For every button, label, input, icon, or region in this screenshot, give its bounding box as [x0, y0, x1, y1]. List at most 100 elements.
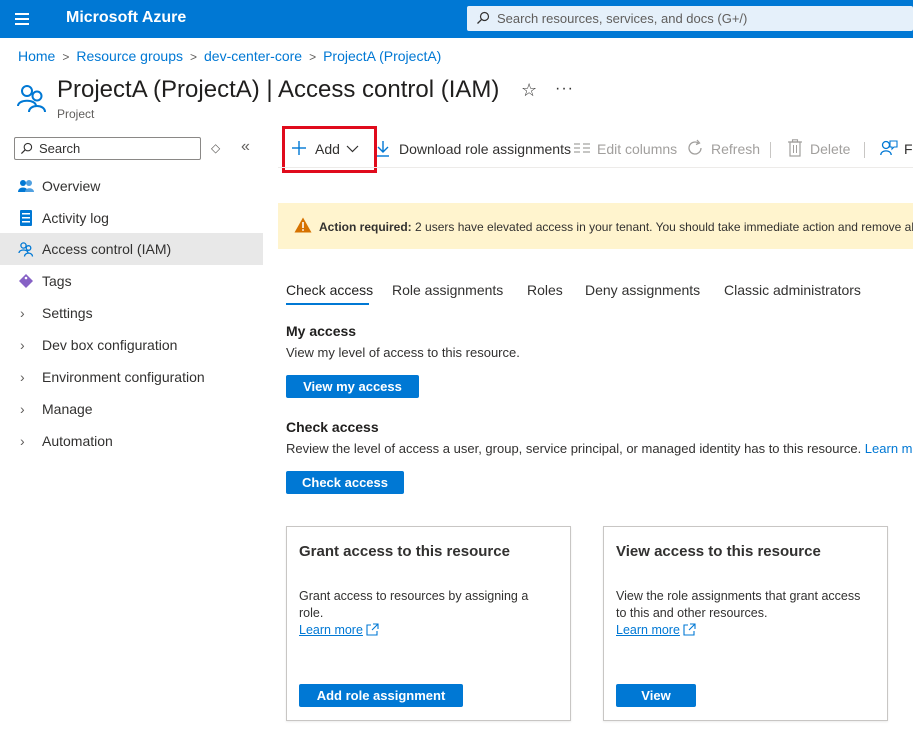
tab-role-assignments[interactable]: Role assignments — [392, 282, 503, 298]
check-access-description: Review the level of access a user, group… — [286, 441, 913, 456]
my-access-heading: My access — [286, 323, 357, 339]
view-button[interactable]: View — [616, 684, 696, 707]
check-access-description-text: Review the level of access a user, group… — [286, 441, 865, 456]
sidebar-item-activity-log[interactable]: Activity log — [0, 202, 263, 234]
breadcrumb-separator: > — [190, 50, 198, 64]
learn-more-link[interactable]: Learn more — [616, 623, 696, 637]
search-icon — [477, 11, 490, 24]
refresh-button[interactable]: Refresh — [711, 141, 760, 157]
chevron-right-icon: › — [20, 401, 25, 417]
favorite-star-icon[interactable]: ☆ — [521, 80, 537, 101]
learn-more-label: Learn more — [299, 623, 363, 637]
toolbar-divider-line — [278, 167, 913, 168]
sidebar-item-label: Manage — [42, 401, 93, 417]
card-title: Grant access to this resource — [299, 543, 510, 560]
sidebar-item-settings[interactable]: › Settings — [0, 297, 263, 329]
tab-deny-assignments[interactable]: Deny assignments — [585, 282, 700, 298]
banner-message: 2 users have elevated access in your ten… — [411, 220, 913, 234]
learn-more-label: Learn more — [616, 623, 680, 637]
card-description: Grant access to resources by assigning a… — [299, 589, 529, 620]
breadcrumb-separator: > — [62, 50, 70, 64]
breadcrumb-separator: > — [309, 50, 317, 64]
card-description: View the role assignments that grant acc… — [616, 589, 861, 620]
global-search-input[interactable]: Search resources, services, and docs (G+… — [467, 6, 913, 31]
sidebar-item-label: Access control (IAM) — [42, 241, 172, 257]
feedback-icon — [880, 140, 898, 156]
check-access-button[interactable]: Check access — [286, 471, 404, 494]
hamburger-menu-icon[interactable] — [10, 8, 34, 30]
warning-icon — [294, 217, 312, 233]
edit-columns-icon — [574, 143, 590, 153]
sidebar-item-environment-configuration[interactable]: › Environment configuration — [0, 361, 263, 393]
download-role-assignments-button[interactable]: Download role assignments — [399, 141, 571, 157]
chevron-down-icon[interactable] — [346, 145, 359, 153]
top-bar: Microsoft Azure Search resources, servic… — [0, 0, 913, 38]
sidebar-item-label: Tags — [42, 273, 72, 289]
tab-roles[interactable]: Roles — [527, 282, 563, 298]
page-title: ProjectA (ProjectA) | Access control (IA… — [57, 76, 500, 103]
breadcrumb-project[interactable]: ProjectA (ProjectA) — [323, 48, 441, 64]
sidebar-item-automation[interactable]: › Automation — [0, 425, 263, 457]
delete-icon — [788, 139, 802, 157]
sidebar-item-label: Settings — [42, 305, 93, 321]
plus-icon — [292, 141, 306, 155]
download-icon — [377, 141, 389, 157]
external-link-icon — [683, 623, 696, 636]
refresh-icon — [688, 139, 702, 155]
add-role-assignment-button[interactable]: Add role assignment — [299, 684, 463, 707]
sidebar-item-manage[interactable]: › Manage — [0, 393, 263, 425]
banner-bold-text: Action required: — [319, 220, 412, 234]
view-access-card: View access to this resource View the ro… — [603, 526, 888, 721]
edit-columns-button[interactable]: Edit columns — [597, 141, 677, 157]
collapse-sidebar-icon[interactable]: « — [241, 138, 250, 156]
chevron-right-icon: › — [20, 369, 25, 385]
delete-button[interactable]: Delete — [810, 141, 850, 157]
sidebar-item-tags[interactable]: Tags — [0, 265, 263, 297]
sidebar-item-label: Automation — [42, 433, 113, 449]
iam-icon — [18, 242, 34, 257]
activity-log-icon — [20, 210, 32, 226]
feedback-button[interactable]: Fe — [904, 141, 913, 157]
sidebar-item-access-control[interactable]: Access control (IAM) — [0, 233, 263, 265]
brand-title[interactable]: Microsoft Azure — [66, 9, 186, 27]
sidebar-item-overview[interactable]: Overview — [0, 170, 263, 202]
sidebar-item-label: Overview — [42, 178, 101, 194]
page-subtitle: Project — [57, 107, 95, 121]
sidebar-item-label: Dev box configuration — [42, 337, 178, 353]
tag-icon — [19, 274, 33, 288]
banner-text: Action required: 2 users have elevated a… — [319, 220, 913, 234]
sidebar-item-label: Environment configuration — [42, 369, 205, 385]
breadcrumb-dev-center-core[interactable]: dev-center-core — [204, 48, 302, 64]
breadcrumb-resource-groups[interactable]: Resource groups — [76, 48, 183, 64]
sidebar-search-field[interactable] — [14, 137, 201, 160]
expand-collapse-icon[interactable]: ◇ — [211, 141, 220, 155]
active-tab-indicator — [286, 303, 369, 305]
check-access-heading: Check access — [286, 419, 379, 435]
users-icon — [17, 85, 46, 113]
card-title: View access to this resource — [616, 543, 821, 560]
more-options-icon[interactable]: ··· — [555, 80, 574, 98]
my-access-description: View my level of access to this resource… — [286, 345, 520, 360]
global-search-placeholder: Search resources, services, and docs (G+… — [497, 11, 748, 26]
sidebar-search-input[interactable] — [39, 140, 194, 157]
sidebar-item-dev-box-configuration[interactable]: › Dev box configuration — [0, 329, 263, 361]
chevron-right-icon: › — [20, 337, 25, 353]
sidebar-item-label: Activity log — [42, 210, 109, 226]
toolbar-divider — [770, 142, 771, 158]
external-link-icon — [366, 623, 379, 636]
chevron-right-icon: › — [20, 433, 25, 449]
tab-classic-administrators[interactable]: Classic administrators — [724, 282, 861, 298]
breadcrumb-home[interactable]: Home — [18, 48, 55, 64]
add-button[interactable]: Add — [315, 141, 340, 157]
search-icon — [20, 142, 33, 155]
chevron-right-icon: › — [20, 305, 25, 321]
breadcrumb: Home > Resource groups > dev-center-core > Pro… — [18, 48, 441, 64]
view-my-access-button[interactable]: View my access — [286, 375, 419, 398]
learn-more-link[interactable]: Learn mor — [865, 441, 913, 456]
action-required-banner: Action required: 2 users have elevated a… — [278, 203, 913, 249]
grant-access-card: Grant access to this resource Grant acce… — [286, 526, 571, 721]
learn-more-link[interactable]: Learn more — [299, 623, 379, 637]
tab-check-access[interactable]: Check access — [286, 282, 373, 298]
overview-icon — [18, 180, 34, 192]
toolbar-divider — [864, 142, 865, 158]
